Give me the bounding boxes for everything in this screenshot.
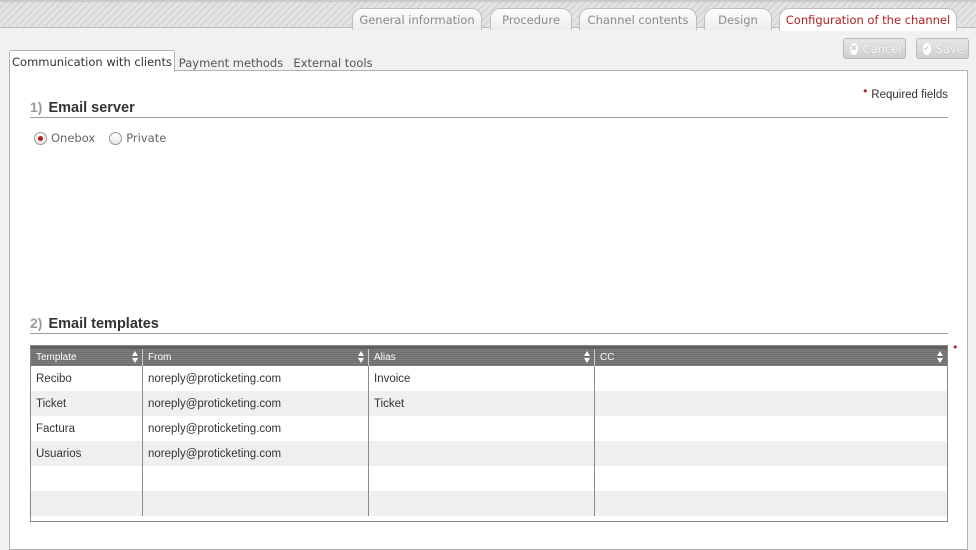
cell-from[interactable]: noreply@proticketing.com [143,416,369,441]
sort-icon[interactable] [584,351,590,363]
sort-icon[interactable] [358,351,364,363]
cell-from[interactable] [143,466,369,491]
cell-cc[interactable] [595,491,947,516]
cell-cc[interactable] [595,416,947,441]
cancel-button[interactable]: ✕ Cancel [843,38,906,59]
check-icon: ✓ [923,42,931,55]
cell-from[interactable] [143,491,369,516]
radio-onebox[interactable]: Onebox [34,131,95,145]
section-number: 1) [30,99,43,115]
cell-template[interactable]: Factura [31,416,143,441]
cell-alias[interactable] [369,441,595,466]
cell-cc[interactable] [595,466,947,491]
cell-alias[interactable] [369,491,595,516]
tab-external-tools[interactable]: External tools [292,52,374,73]
cell-alias[interactable]: Invoice [369,366,595,391]
cell-from[interactable]: noreply@proticketing.com [143,366,369,391]
save-button[interactable]: ✓ Save [916,38,969,59]
cell-template[interactable] [31,466,143,491]
column-label: Template [36,352,77,363]
grid-required-marker: • [952,341,959,354]
table-row[interactable] [31,491,947,516]
cell-template[interactable]: Ticket [31,391,143,416]
tab-payment-methods[interactable]: Payment methods [178,52,284,73]
table-row[interactable]: Recibo noreply@proticketing.com Invoice [31,366,947,391]
required-marker: • [863,84,868,98]
column-header-template[interactable]: Template [31,349,143,366]
cell-cc[interactable] [595,441,947,466]
cell-from[interactable]: noreply@proticketing.com [143,441,369,466]
cell-template[interactable]: Recibo [31,366,143,391]
cell-alias[interactable]: Ticket [369,391,595,416]
radio-onebox-label: Onebox [51,131,96,145]
cell-cc[interactable] [595,391,947,416]
cell-from[interactable]: noreply@proticketing.com [143,391,369,416]
cell-template[interactable]: Usuarios [31,441,143,466]
tab-general-information[interactable]: General information [352,8,482,30]
sort-icon[interactable] [937,351,943,363]
column-header-from[interactable]: From [143,349,369,366]
section-email-server: 1) Email server [30,99,948,118]
radio-private-label: Private [126,131,167,145]
column-header-alias[interactable]: Alias [369,349,595,366]
tab-communication-with-clients[interactable]: Communication with clients [9,50,175,72]
tab-channel-contents[interactable]: Channel contents [579,8,697,30]
cell-cc[interactable] [595,366,947,391]
table-row[interactable] [31,466,947,491]
close-icon: ✕ [850,42,858,55]
radio-onebox-dot[interactable] [34,131,47,145]
column-label: Alias [374,352,396,363]
table-row[interactable]: Factura noreply@proticketing.com [31,416,947,441]
section-email-templates: 2) Email templates [30,315,948,334]
save-label: Save [935,41,964,56]
radio-private[interactable]: Private [109,131,166,145]
table-row[interactable]: Ticket noreply@proticketing.com Ticket [31,391,947,416]
cancel-label: Cancel [862,41,902,56]
grid-header: Template From Alias CC [31,346,947,366]
cell-alias[interactable] [369,416,595,441]
sort-icon[interactable] [132,351,138,363]
radio-private-dot[interactable] [109,131,123,145]
top-header-bar: General information Procedure Channel co… [0,0,976,31]
email-server-options: Onebox Private [34,131,166,145]
section-title: Email server [48,100,135,116]
cell-alias[interactable] [369,466,595,491]
tab-configuration-of-the-channel[interactable]: Configuration of the channel [779,8,957,31]
section-number: 2) [30,315,43,331]
cell-template[interactable] [31,491,143,516]
table-row[interactable]: Usuarios noreply@proticketing.com [31,441,947,466]
column-label: From [148,352,172,363]
email-templates-grid: Template From Alias CC Recibo noreply@pr… [30,345,948,522]
column-label: CC [600,352,615,363]
column-header-cc[interactable]: CC [595,349,947,366]
tab-procedure[interactable]: Procedure [490,8,572,30]
section-title: Email templates [48,316,159,332]
tab-design[interactable]: Design [704,8,772,30]
